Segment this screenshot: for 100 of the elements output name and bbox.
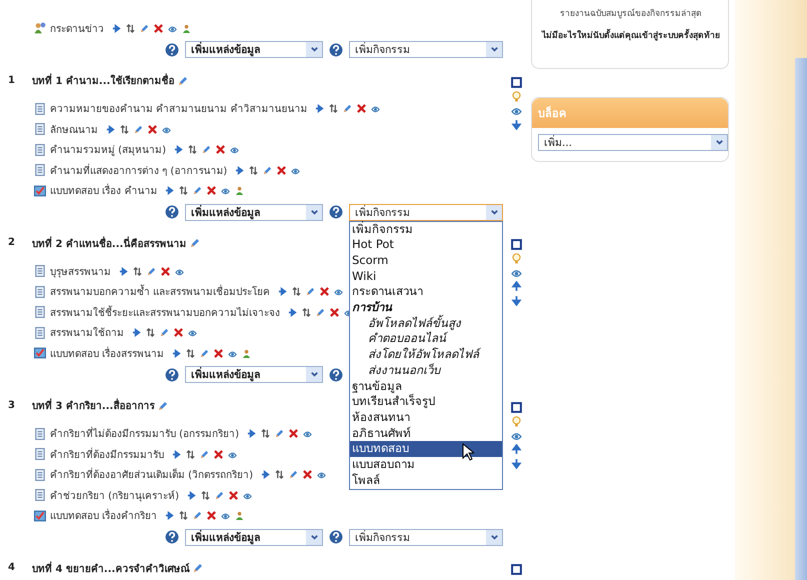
activity-link[interactable]: คำกริยาที่ต้องมีกรรมมารับ	[50, 446, 164, 462]
activity-link[interactable]: บุรุษสรรพนาม	[50, 264, 111, 279]
help-icon[interactable]	[165, 530, 179, 544]
down-arrow-icon[interactable]	[510, 118, 522, 130]
delete-icon[interactable]	[228, 490, 238, 500]
move-icon[interactable]	[146, 328, 155, 338]
menu-option[interactable]: เพิ่มกิจกรรม	[350, 222, 502, 238]
move-right-icon[interactable]	[172, 348, 182, 358]
eye-icon[interactable]	[168, 24, 177, 33]
edit-icon[interactable]	[274, 429, 284, 438]
help-icon[interactable]	[329, 368, 343, 382]
resource-select[interactable]: เพิ่มแหล่งข้อมูล	[185, 41, 323, 58]
move-icon[interactable]	[188, 145, 197, 154]
up-arrow-icon[interactable]	[510, 444, 522, 454]
move-right-icon[interactable]	[112, 24, 121, 33]
up-arrow-icon[interactable]	[510, 281, 522, 292]
move-icon[interactable]	[249, 166, 258, 175]
activity-link[interactable]: ลักษณนาม	[50, 122, 98, 137]
menu-option[interactable]: Scorm	[350, 252, 502, 269]
menu-option[interactable]: ส่งงานนอกเว็บ	[350, 362, 502, 379]
eye-icon[interactable]	[228, 450, 237, 459]
help-icon[interactable]	[165, 205, 179, 219]
move-right-icon[interactable]	[165, 511, 174, 520]
move-icon[interactable]	[186, 348, 196, 358]
person-icon[interactable]	[182, 24, 191, 33]
delete-icon[interactable]	[320, 287, 330, 296]
edit-icon[interactable]	[288, 470, 298, 480]
delete-icon[interactable]	[330, 308, 339, 317]
activity-select[interactable]: เพิ่มกิจกรรม	[349, 528, 503, 546]
menu-option[interactable]: คำตอบออนไลน์	[350, 331, 502, 348]
help-icon[interactable]	[329, 530, 343, 544]
resource-select[interactable]: เพิ่มแหล่งข้อมูล	[185, 366, 323, 383]
person-icon[interactable]	[235, 511, 244, 520]
help-icon[interactable]	[329, 205, 343, 219]
activity-link[interactable]: แบบทดสอบ เรื่อง คำนาม	[50, 183, 158, 198]
eye-icon[interactable]	[302, 429, 312, 438]
delete-icon[interactable]	[288, 429, 298, 438]
eye-icon[interactable]	[242, 490, 252, 500]
move-icon[interactable]	[179, 511, 188, 520]
eye-icon[interactable]	[162, 124, 171, 134]
report-link[interactable]: รายงานฉบับสมบูรณ์ของกิจกรรมล่าสุด	[542, 6, 720, 20]
edit-icon[interactable]	[316, 308, 325, 317]
eye-icon[interactable]	[221, 511, 230, 520]
activity-link[interactable]: คำกริยาที่ต้องอาศัยส่วนเติมเต็ม (วิกตรรถกริยา)	[50, 467, 253, 482]
edit-icon[interactable]	[190, 238, 200, 248]
eye-icon[interactable]	[334, 287, 344, 296]
activity-link[interactable]: คำช่วยกริยา (กริยานุเคราะห์)	[50, 488, 179, 503]
move-right-icon[interactable]	[132, 328, 141, 338]
menu-option[interactable]: บทเรียนสำเร็จรูป	[350, 394, 502, 410]
delete-icon[interactable]	[154, 24, 163, 33]
delete-icon[interactable]	[161, 266, 170, 276]
highlight-icon[interactable]	[510, 76, 522, 88]
edit-icon[interactable]	[306, 287, 316, 296]
move-icon[interactable]	[260, 429, 270, 438]
activity-link[interactable]: สรรพนามใช้ชี้ระยะและสรรพนามบอกความไม่เจาะจง	[50, 304, 280, 320]
eye-icon[interactable]	[316, 470, 326, 480]
activity-link[interactable]: สรรพนามบอกความซ้ำ และสรรพนามเชื่อมประโยค	[50, 284, 270, 300]
move-right-icon[interactable]	[278, 287, 288, 296]
move-right-icon[interactable]	[288, 308, 297, 317]
delete-icon[interactable]	[277, 166, 286, 175]
eye-icon[interactable]	[230, 145, 239, 154]
activity-link[interactable]: สรรพนามใช้ถาม	[50, 325, 124, 340]
edit-icon[interactable]	[160, 328, 169, 338]
move-icon[interactable]	[329, 104, 338, 114]
menu-option[interactable]: Wiki	[350, 268, 502, 284]
eye-icon[interactable]	[188, 328, 197, 338]
highlight-icon[interactable]	[510, 564, 522, 575]
highlight-icon[interactable]	[510, 402, 522, 412]
block-select[interactable]: เพิ่ม...	[538, 134, 728, 151]
activity-link[interactable]: แบบทดสอบ เรื่องสรรพนาม	[50, 346, 164, 361]
edit-icon[interactable]	[178, 76, 188, 86]
menu-option[interactable]: อัพโหลดไฟล์ขั้นสูง	[350, 316, 502, 332]
eye-icon[interactable]	[371, 104, 380, 114]
activity-link[interactable]: กระดานข่าว	[50, 20, 104, 36]
menu-option[interactable]: กระดานเสวนา	[350, 284, 502, 300]
eye-icon[interactable]	[510, 267, 522, 278]
menu-option[interactable]: ห้องสนทนา	[350, 410, 502, 426]
eye-icon[interactable]	[221, 186, 230, 196]
edit-icon[interactable]	[193, 511, 202, 520]
activity-link[interactable]: คำกริยาที่ไม่ต้องมีกรรมมารับ (อกรรมกริยา)	[50, 426, 239, 442]
resource-select[interactable]: เพิ่มแหล่งข้อมูล	[185, 528, 323, 546]
menu-option[interactable]: Hot Pot	[350, 237, 502, 253]
delete-icon[interactable]	[216, 145, 225, 154]
eye-icon[interactable]	[175, 266, 184, 276]
edit-icon[interactable]	[214, 490, 224, 500]
highlight-icon[interactable]	[510, 239, 522, 250]
edit-icon[interactable]	[202, 145, 211, 154]
down-arrow-icon[interactable]	[510, 458, 522, 468]
delete-icon[interactable]	[357, 104, 366, 114]
move-icon[interactable]	[120, 124, 129, 134]
edit-icon[interactable]	[200, 450, 209, 459]
activity-link[interactable]: คำนามที่แสดงอาการต่าง ๆ (อาการนาม)	[50, 162, 228, 178]
edit-icon[interactable]	[263, 166, 272, 175]
move-right-icon[interactable]	[186, 490, 196, 500]
delete-icon[interactable]	[214, 348, 224, 358]
move-icon[interactable]	[126, 24, 135, 33]
move-right-icon[interactable]	[165, 186, 174, 196]
move-right-icon[interactable]	[172, 450, 181, 459]
delete-icon[interactable]	[214, 450, 223, 459]
activity-link[interactable]: แบบทดสอบ เรื่องคำกริยา	[50, 508, 158, 524]
